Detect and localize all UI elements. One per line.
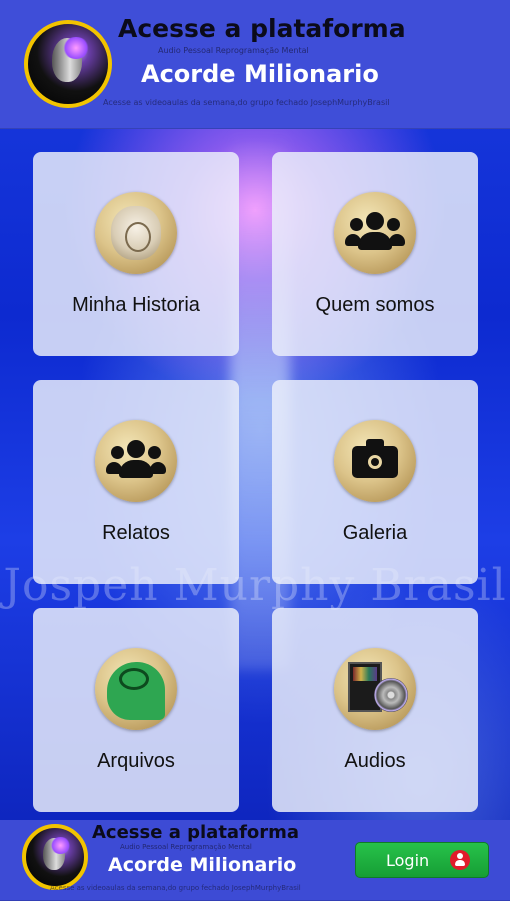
portrait-icon [95, 192, 177, 274]
login-label: Login [386, 851, 430, 870]
group-icon [334, 192, 416, 274]
tile-relatos[interactable]: Relatos [33, 380, 239, 584]
group-icon [95, 420, 177, 502]
tile-label: Galeria [342, 522, 408, 544]
tile-label: Audios [344, 750, 406, 772]
tile-label: Minha Historia [72, 294, 200, 316]
tile-label: Relatos [102, 522, 170, 544]
banner-title: Acesse a plataforma [118, 14, 406, 43]
banner-subtitle: Audio Pessoal Reprogramação Mental [158, 46, 309, 55]
tile-quem-somos[interactable]: Quem somos [272, 152, 478, 356]
banner-subtitle: Audio Pessoal Reprogramação Mental [120, 843, 252, 851]
banner-title: Acesse a plataforma [92, 822, 300, 843]
banner-main-text: Acorde Milionario [141, 60, 379, 88]
banner-footer-text: Acesse as videoaulas da semana,do grupo … [103, 98, 390, 107]
camera-icon [334, 420, 416, 502]
brand-avatar [22, 824, 88, 890]
bottom-banner[interactable]: Acesse a plataforma Audio Pessoal Reprog… [0, 820, 510, 901]
top-banner[interactable]: Acesse a plataforma Audio Pessoal Reprog… [0, 0, 510, 129]
brand-avatar [24, 20, 112, 108]
tile-arquivos[interactable]: Arquivos [33, 608, 239, 812]
user-icon [450, 850, 470, 870]
tile-audios[interactable]: Audios [272, 608, 478, 812]
audio-cd-icon [334, 648, 416, 730]
banner-main-text: Acorde Milionario [108, 854, 297, 876]
brain-head-icon [95, 648, 177, 730]
banner-footer-text: Acesse as videoaulas da semana,do grupo … [50, 884, 301, 892]
tile-galeria[interactable]: Galeria [272, 380, 478, 584]
tile-label: Arquivos [97, 750, 175, 772]
tile-minha-historia[interactable]: Minha Historia [33, 152, 239, 356]
tile-label: Quem somos [315, 294, 435, 316]
login-button[interactable]: Login [355, 842, 489, 878]
